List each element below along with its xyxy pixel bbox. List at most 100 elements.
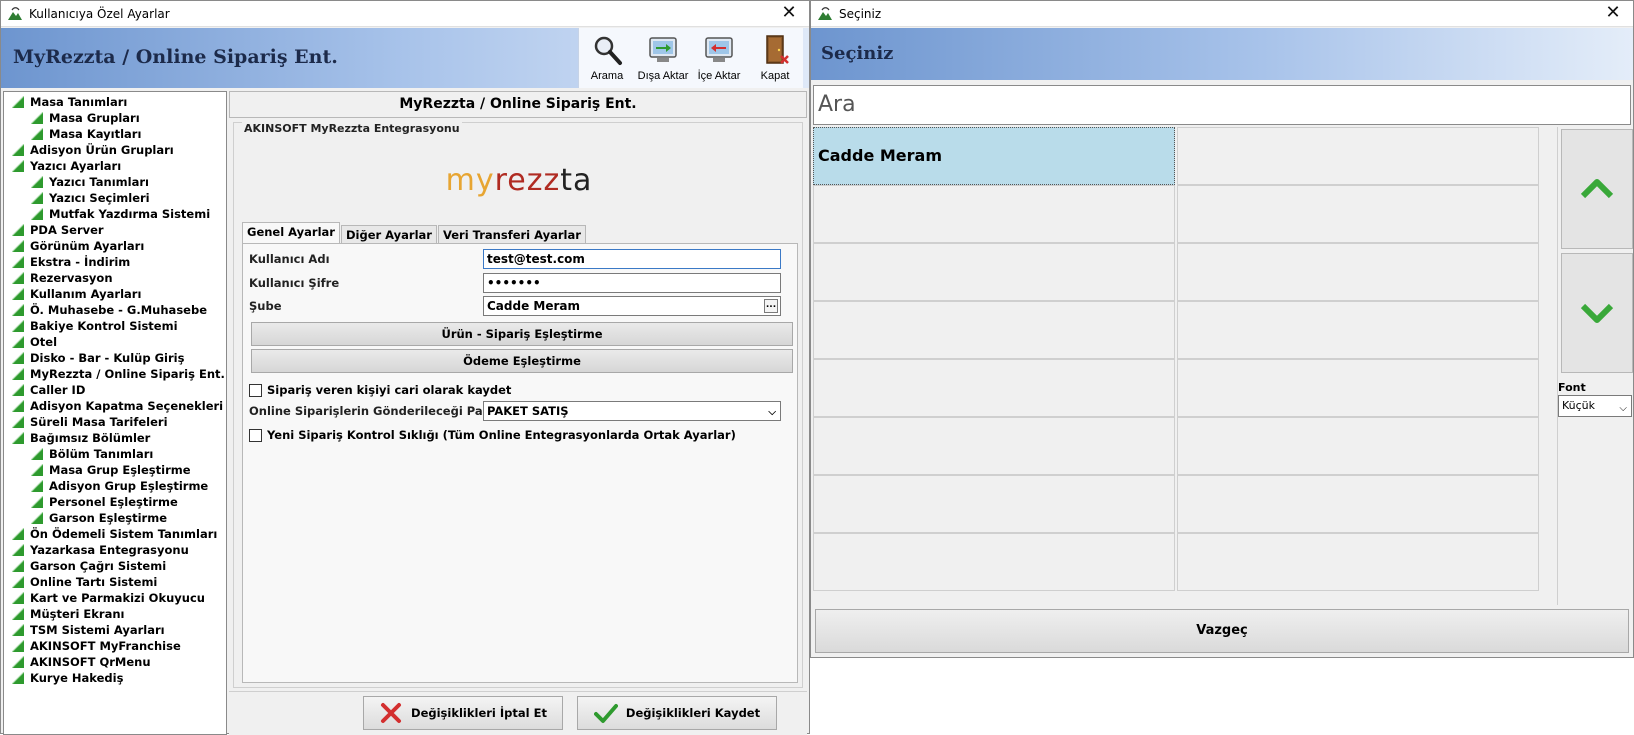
option-cell[interactable]	[1177, 185, 1539, 243]
tree-item[interactable]: MyRezzta / Online Sipariş Ent.	[4, 366, 226, 382]
order-frequency-row[interactable]: Yeni Sipariş Kontrol Sıklığı (Tüm Online…	[249, 426, 736, 444]
tree-item[interactable]: Ekstra - İndirim	[4, 254, 226, 270]
tree-item[interactable]: Rezervasyon	[4, 270, 226, 286]
tree-node-icon	[12, 368, 24, 380]
tree-item[interactable]: AKINSOFT MyFranchise	[4, 638, 226, 654]
option-cell[interactable]	[1177, 243, 1539, 301]
option-cell[interactable]	[813, 301, 1175, 359]
tree-item[interactable]: Bölüm Tanımları	[4, 446, 226, 462]
tab-general-settings[interactable]: Genel Ayarlar	[242, 222, 340, 243]
option-cell[interactable]	[813, 417, 1175, 475]
tree-item[interactable]: Bağımsız Bölümler	[4, 430, 226, 446]
tree-item[interactable]: Yazıcı Ayarları	[4, 158, 226, 174]
option-cell[interactable]: Cadde Meram	[813, 127, 1175, 185]
settings-close-button[interactable]: ✕	[779, 3, 799, 23]
option-cell[interactable]	[813, 185, 1175, 243]
save-customer-checkbox[interactable]	[249, 383, 262, 397]
save-changes-button[interactable]: Değişiklikleri Kaydet	[577, 696, 777, 730]
export-button[interactable]: Dışa Aktar	[635, 28, 691, 88]
tree-item[interactable]: Bakiye Kontrol Sistemi	[4, 318, 226, 334]
option-cell[interactable]	[1177, 533, 1539, 591]
save-customer-row[interactable]: Sipariş veren kişiyi cari olarak kaydet	[249, 381, 511, 399]
tree-node-icon	[31, 112, 43, 124]
tree-item-label: Garson Çağrı Sistemi	[30, 559, 167, 573]
option-cell[interactable]	[1177, 417, 1539, 475]
tree-item[interactable]: Görünüm Ayarları	[4, 238, 226, 254]
tree-item[interactable]: Masa Grup Eşleştirme	[4, 462, 226, 478]
close-toolbar-button[interactable]: Kapat	[747, 28, 803, 88]
tab-data-transfer-settings[interactable]: Veri Transferi Ayarlar	[437, 225, 586, 243]
cancel-changes-button[interactable]: Değişiklikleri İptal Et	[363, 696, 563, 730]
tree-node-icon	[12, 672, 24, 684]
select-search-input[interactable]: Ara	[813, 85, 1631, 125]
package-select[interactable]: PAKET SATIŞ ⌵	[483, 401, 781, 421]
general-settings-panel: Kullanıcı Adı test@test.com Kullanıcı Şi…	[242, 243, 798, 683]
tree-item[interactable]: Kart ve Parmakizi Okuyucu	[4, 590, 226, 606]
username-input[interactable]: test@test.com	[483, 249, 781, 269]
tree-node-icon	[12, 384, 24, 396]
password-input[interactable]: •••••••	[483, 273, 781, 293]
import-button-label: İçe Aktar	[697, 70, 741, 82]
app-icon	[818, 6, 832, 20]
search-button[interactable]: Arama	[579, 28, 635, 88]
order-frequency-checkbox[interactable]	[249, 428, 262, 442]
font-size-select[interactable]: Küçük ⌵	[1558, 395, 1632, 417]
tree-item[interactable]: Yazarkasa Entegrasyonu	[4, 542, 226, 558]
tree-item[interactable]: Adisyon Grup Eşleştirme	[4, 478, 226, 494]
tree-item[interactable]: Masa Kayıtları	[4, 126, 226, 142]
option-cell[interactable]	[813, 533, 1175, 591]
tab-other-settings[interactable]: Diğer Ayarlar	[340, 225, 437, 243]
option-grid: Cadde Meram	[813, 127, 1541, 599]
scroll-up-button[interactable]	[1561, 129, 1633, 249]
tree-item[interactable]: Süreli Masa Tarifeleri	[4, 414, 226, 430]
tree-item[interactable]: Disko - Bar - Kulüp Giriş	[4, 350, 226, 366]
tree-item[interactable]: Ö. Muhasebe - G.Muhasebe	[4, 302, 226, 318]
option-cell[interactable]	[1177, 475, 1539, 533]
cancel-select-button[interactable]: Vazgeç	[815, 609, 1629, 653]
option-cell[interactable]	[813, 475, 1175, 533]
branch-browse-button[interactable]: ...	[764, 299, 778, 313]
chevron-down-icon: ⌵	[768, 407, 776, 418]
tree-item[interactable]: Personel Eşleştirme	[4, 494, 226, 510]
tree-node-icon	[31, 192, 43, 204]
option-cell[interactable]	[813, 243, 1175, 301]
tree-item[interactable]: Masa Grupları	[4, 110, 226, 126]
tree-item[interactable]: AKINSOFT QrMenu	[4, 654, 226, 670]
tree-item[interactable]: Online Tartı Sistemi	[4, 574, 226, 590]
tree-item[interactable]: Yazıcı Seçimleri	[4, 190, 226, 206]
option-cell[interactable]	[1177, 301, 1539, 359]
payment-match-button[interactable]: Ödeme Eşleştirme	[251, 349, 793, 373]
product-order-match-button[interactable]: Ürün - Sipariş Eşleştirme	[251, 322, 793, 346]
tree-item[interactable]: PDA Server	[4, 222, 226, 238]
tree-item[interactable]: Kullanım Ayarları	[4, 286, 226, 302]
tree-item[interactable]: Garson Çağrı Sistemi	[4, 558, 226, 574]
branch-label: Şube	[249, 299, 282, 313]
option-cell[interactable]	[1177, 127, 1539, 185]
tree-item-label: Yazıcı Tanımları	[49, 175, 149, 189]
tree-item[interactable]: Kurye Hakediş	[4, 670, 226, 686]
tree-item-label: Masa Grup Eşleştirme	[49, 463, 191, 477]
tree-item[interactable]: Garson Eşleştirme	[4, 510, 226, 526]
select-window-title: Seçiniz	[839, 6, 882, 21]
select-close-button[interactable]: ✕	[1603, 3, 1623, 23]
tree-item[interactable]: Caller ID	[4, 382, 226, 398]
tree-item[interactable]: Yazıcı Tanımları	[4, 174, 226, 190]
tree-item[interactable]: Otel	[4, 334, 226, 350]
tree-item[interactable]: Ön Ödemeli Sistem Tanımları	[4, 526, 226, 542]
tree-item-label: Masa Grupları	[49, 111, 140, 125]
import-button[interactable]: İçe Aktar	[691, 28, 747, 88]
tree-item[interactable]: Adisyon Kapatma Seçenekleri	[4, 398, 226, 414]
tree-item[interactable]: Mutfak Yazdırma Sistemi	[4, 206, 226, 222]
tree-item[interactable]: Masa Tanımları	[4, 94, 226, 110]
tree-item[interactable]: Müşteri Ekranı	[4, 606, 226, 622]
scroll-down-button[interactable]	[1561, 253, 1633, 373]
settings-titlebar: Kullanıcıya Özel Ayarlar ✕	[1, 1, 809, 27]
tree-item[interactable]: TSM Sistemi Ayarları	[4, 622, 226, 638]
branch-input[interactable]: Cadde Meram ...	[483, 296, 781, 316]
tree-item[interactable]: Adisyon Ürün Grupları	[4, 142, 226, 158]
option-cell[interactable]	[1177, 359, 1539, 417]
tree-node-icon	[12, 96, 24, 108]
magnifier-icon	[594, 36, 622, 65]
option-cell[interactable]	[813, 359, 1175, 417]
tree-node-icon	[12, 544, 24, 556]
